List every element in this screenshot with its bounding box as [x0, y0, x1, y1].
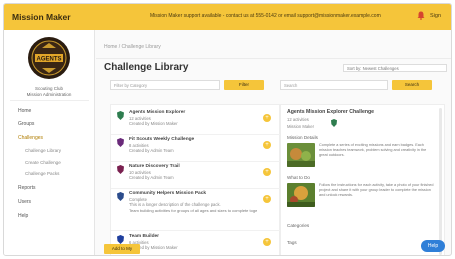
item-meta-secondary: Created by Admin Team: [129, 148, 174, 153]
item-meta-secondary: Created by Mission Maker: [129, 121, 178, 126]
app-window: Mission Maker Mission Maker support avai…: [3, 3, 452, 256]
shield-blue-icon: [117, 235, 124, 244]
detail-author: Mission Maker: [287, 124, 314, 129]
add-plus-icon[interactable]: +: [263, 114, 271, 122]
add-plus-icon[interactable]: +: [263, 168, 271, 176]
add-plus-icon[interactable]: +: [263, 238, 271, 246]
list-item[interactable]: Fit Scouts Weekly Challenge 8 activities…: [111, 135, 281, 162]
list-item[interactable]: Community Helpers Mission Pack Complete …: [111, 189, 281, 231]
shield-blue-icon: [117, 192, 124, 201]
detail-title: Agents Mission Explorer Challenge: [287, 109, 375, 115]
sidebar-item-groups[interactable]: Groups: [18, 121, 34, 127]
detail-section-heading: Mission Details: [287, 135, 318, 140]
item-name: Community Helpers Mission Pack: [129, 191, 207, 196]
help-button[interactable]: Help: [421, 240, 445, 252]
sidebar-item-challenge-packs[interactable]: Challenge Packs: [25, 171, 59, 176]
detail-subtitle: 12 activities: [287, 117, 309, 122]
search-button[interactable]: Search: [392, 80, 432, 90]
add-to-challenges-button[interactable]: Add to My Challenges: [104, 244, 140, 254]
shield-green-icon: [331, 119, 337, 127]
page-title: Challenge Library: [104, 62, 189, 73]
org-line-2: Mission Administration: [26, 92, 72, 97]
detail-text: Follow the instructions for each activit…: [319, 183, 434, 197]
notification-bell-icon[interactable]: [417, 11, 425, 20]
detail-tags-heading: Tags: [287, 240, 297, 245]
item-meta-secondary: This is a longer description of the chal…: [129, 202, 221, 207]
detail-text: Complete a series of exciting missions a…: [319, 143, 427, 157]
challenge-list: Agents Mission Explorer 12 activities Cr…: [110, 104, 281, 255]
detail-categories-heading: Categories: [287, 223, 310, 228]
support-notice: Mission Maker support available - contac…: [150, 13, 381, 19]
sidebar-item-help[interactable]: Help: [18, 213, 28, 219]
item-name: Team Builder: [129, 234, 160, 239]
help-label: Help: [427, 243, 439, 249]
activity-photo: [287, 183, 315, 207]
item-name: Agents Mission Explorer: [129, 110, 186, 115]
detail-scrollbar[interactable]: [439, 108, 442, 255]
sidebar-item-reports[interactable]: Reports: [18, 185, 36, 191]
item-meta-secondary: Created by Admin Team: [129, 175, 174, 180]
sign-out-link[interactable]: Sign: [430, 13, 441, 19]
detail-section-heading: What to Do: [287, 175, 310, 180]
item-description: Team building activities for groups of a…: [129, 208, 257, 213]
sidebar-item-create-challenge[interactable]: Create Challenge: [25, 160, 61, 165]
top-bar: Mission Maker Mission Maker support avai…: [4, 4, 451, 30]
mission-photo: [287, 143, 315, 167]
shield-green-icon: [117, 111, 124, 120]
sidebar: AGENTS Scouting Club Mission Administrat…: [4, 30, 95, 255]
challenge-detail-panel: Agents Mission Explorer Challenge 12 act…: [280, 104, 445, 255]
sidebar-item-challenge-library[interactable]: Challenge Library: [25, 148, 61, 153]
shield-purple-icon: [117, 165, 124, 174]
sort-select[interactable]: Sort by: Newest Challenges: [343, 64, 447, 72]
list-item[interactable]: Agents Mission Explorer 12 activities Cr…: [111, 108, 281, 135]
brand-title[interactable]: Mission Maker: [12, 12, 71, 22]
search-input[interactable]: Search: [280, 80, 388, 90]
breadcrumb[interactable]: Home / Challenge Library: [104, 44, 161, 50]
filter-button[interactable]: Filter: [224, 80, 264, 90]
list-item[interactable]: Nature Discovery Trail 10 activities Cre…: [111, 162, 281, 189]
item-name: Fit Scouts Weekly Challenge: [129, 137, 195, 142]
sidebar-divider: [10, 100, 89, 101]
organization-name: Scouting Club Mission Administration: [8, 86, 90, 98]
add-plus-icon[interactable]: +: [263, 141, 271, 149]
sidebar-item-users[interactable]: Users: [18, 199, 31, 205]
shield-purple-icon: [117, 138, 124, 147]
sidebar-item-challenges[interactable]: Challenges: [18, 135, 43, 141]
main-content: Home / Challenge Library Challenge Libra…: [96, 30, 451, 255]
logo-text: AGENTS: [36, 57, 61, 63]
item-name: Nature Discovery Trail: [129, 164, 180, 169]
sidebar-item-home[interactable]: Home: [18, 108, 31, 114]
breadcrumb-divider: [96, 58, 451, 59]
agents-logo: AGENTS: [28, 37, 70, 79]
category-filter-select[interactable]: Filter by Category: [110, 80, 220, 90]
add-plus-icon[interactable]: +: [263, 195, 271, 203]
